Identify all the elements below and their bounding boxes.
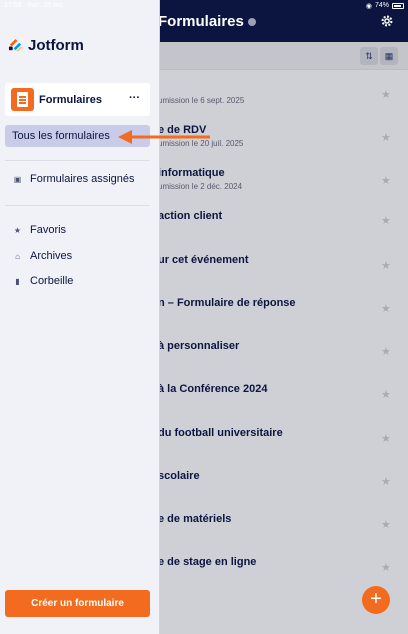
- form-title: à la Conférence 2024: [158, 383, 268, 395]
- star-icon[interactable]: ★: [381, 432, 391, 445]
- sidebar-item-label: Archives: [30, 250, 73, 262]
- annotation-arrow-icon: [118, 130, 210, 144]
- form-subtitle: umission le 2 déc. 2024: [158, 182, 243, 191]
- jotform-logo-icon: [8, 38, 23, 52]
- sidebar-item-favorites[interactable]: ★ Favoris: [13, 224, 66, 236]
- star-icon[interactable]: ★: [381, 345, 391, 358]
- sidebar-item-label: Favoris: [30, 224, 67, 236]
- forms-icon: [11, 88, 34, 111]
- page-title-text: Formulaires: [158, 13, 244, 30]
- star-icon[interactable]: ★: [381, 561, 391, 574]
- star-icon: ★: [13, 225, 22, 235]
- trash-icon: ▮: [15, 276, 20, 286]
- sort-icon[interactable]: ⇅: [360, 47, 378, 65]
- sidebar-item-trash[interactable]: ▮ Corbeille: [13, 275, 73, 287]
- sidebar-item-assigned[interactable]: ▣ Formulaires assignés: [13, 173, 135, 185]
- sidebar-item-label: Formulaires assignés: [30, 173, 135, 185]
- status-right: ◉ 74%: [366, 2, 404, 10]
- form-title: e de matériels: [158, 513, 232, 525]
- navigation-drawer: Jotform Formulaires ··· Tous les formula…: [0, 0, 160, 634]
- form-title: action client: [158, 210, 223, 222]
- wifi-icon: ◉: [365, 2, 372, 10]
- forms-section-label: Formulaires: [39, 94, 102, 106]
- sidebar-item-archives[interactable]: ⌂ Archives: [13, 250, 72, 262]
- create-form-button[interactable]: Créer un formulaire: [5, 590, 150, 617]
- form-title: du football universitaire: [158, 427, 283, 439]
- star-icon[interactable]: ★: [381, 259, 391, 272]
- star-icon[interactable]: ★: [381, 518, 391, 531]
- star-icon[interactable]: ★: [381, 302, 391, 315]
- star-icon[interactable]: ★: [381, 88, 391, 101]
- star-icon[interactable]: ★: [381, 475, 391, 488]
- battery-icon: [392, 2, 404, 9]
- form-subtitle: umission le 6 sept. 2025: [158, 96, 245, 105]
- sidebar-item-label: Corbeille: [30, 275, 74, 287]
- add-form-fab[interactable]: +: [362, 586, 390, 614]
- forms-section-card[interactable]: Formulaires ···: [5, 83, 150, 116]
- chevron-down-icon: [247, 17, 256, 26]
- divider: [5, 205, 150, 206]
- page-title[interactable]: Formulaires: [158, 13, 256, 30]
- sidebar-item-label: Tous les formulaires: [12, 130, 110, 142]
- archive-icon: ⌂: [15, 251, 20, 261]
- inbox-icon: ▣: [13, 174, 22, 184]
- status-time: 17:53: [4, 2, 22, 9]
- grid-icon[interactable]: ▦: [380, 47, 398, 65]
- status-bar: 17:53 mer. 15 oct. ◉ 74%: [0, 0, 408, 11]
- form-title: n – Formulaire de réponse: [158, 297, 296, 309]
- star-icon[interactable]: ★: [381, 214, 391, 227]
- more-options-icon[interactable]: ···: [129, 92, 140, 104]
- brand-name: Jotform: [28, 37, 84, 54]
- star-icon[interactable]: ★: [381, 131, 391, 144]
- star-icon[interactable]: ★: [381, 388, 391, 401]
- gear-icon[interactable]: [380, 14, 394, 28]
- divider: [5, 160, 150, 161]
- brand-logo: Jotform: [8, 37, 84, 54]
- form-title: à personnaliser: [158, 340, 240, 352]
- form-title: e de stage en ligne: [158, 556, 257, 568]
- star-icon[interactable]: ★: [381, 174, 391, 187]
- status-date: mer. 15 oct.: [27, 2, 65, 9]
- form-title: scolaire: [158, 470, 200, 482]
- battery-percent: 74%: [374, 2, 389, 9]
- form-title: ur cet événement: [158, 254, 249, 266]
- form-title: informatique: [158, 167, 225, 179]
